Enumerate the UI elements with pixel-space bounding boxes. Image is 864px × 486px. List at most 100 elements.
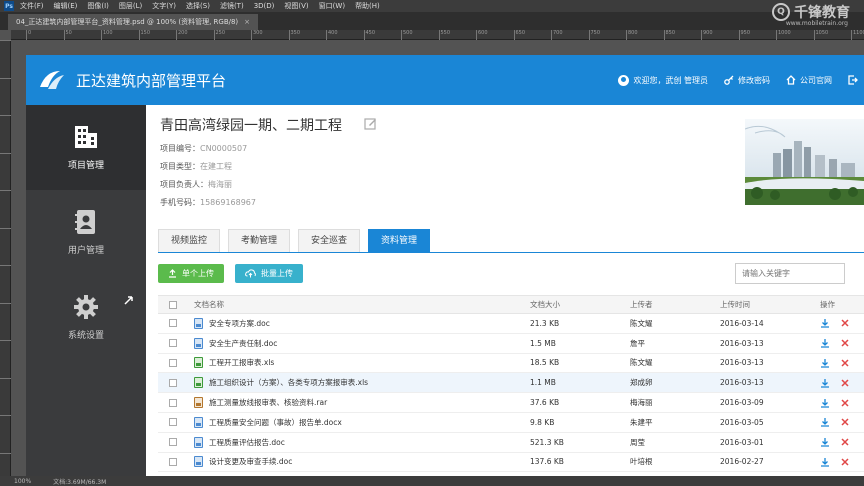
row-checkbox[interactable] [169, 418, 177, 427]
delete-icon[interactable] [840, 417, 850, 427]
file-name-cell[interactable]: 安全专项方案.doc [194, 314, 270, 333]
file-name-cell[interactable]: 工程质量安全问题（事故）报告单.docx [194, 413, 342, 432]
watermark: Q 千锋教育 [772, 2, 850, 22]
file-name-cell[interactable]: 安全生产责任制.doc [194, 334, 277, 353]
row-checkbox[interactable] [169, 339, 177, 348]
file-size: 37.6 KB [530, 398, 560, 408]
ps-menu-filter[interactable]: 滤镜(T) [220, 1, 244, 11]
project-manager-value: 梅海丽 [208, 180, 232, 189]
upload-time: 2016-03-01 [720, 437, 764, 447]
ps-menu-help[interactable]: 帮助(H) [355, 1, 380, 11]
zoom-level[interactable]: 100% [14, 478, 31, 485]
table-row[interactable]: 工程质量安全问题（事故）报告单.docx 9.8 KB 朱建平 2016-03-05 [158, 413, 864, 433]
header-time[interactable]: 上传时间 [720, 296, 750, 313]
sidebar-item-user-management[interactable]: 用户管理 [26, 190, 146, 275]
file-name: 工程质量安全问题（事故）报告单.docx [209, 417, 342, 427]
file-name: 安全专项方案.doc [209, 318, 270, 328]
table-row[interactable]: 安全生产责任制.doc 1.5 MB 詹平 2016-03-13 [158, 334, 864, 354]
ps-menu-window[interactable]: 窗口(W) [319, 1, 345, 11]
download-icon[interactable] [820, 457, 830, 467]
row-checkbox[interactable] [169, 398, 177, 407]
sidebar: 项目管理 用户管理 系统设置 [26, 105, 146, 476]
ps-menu-image[interactable]: 图像(I) [87, 1, 109, 11]
download-icon[interactable] [820, 417, 830, 428]
batch-upload-button[interactable]: 批量上传 [235, 264, 303, 283]
table-row[interactable]: 工程开工报审表.xls 18.5 KB 陈文耀 2016-03-13 [158, 354, 864, 374]
select-all-checkbox[interactable] [169, 300, 177, 309]
user-welcome[interactable]: 欢迎您，武创 管理员 [618, 74, 708, 86]
download-icon[interactable] [820, 437, 830, 447]
delete-icon[interactable] [840, 358, 850, 368]
watermark-logo-icon: Q [772, 3, 790, 21]
ps-menu-layer[interactable]: 图层(L) [119, 1, 142, 11]
ps-menu-type[interactable]: 文字(Y) [152, 1, 176, 11]
delete-icon[interactable] [840, 457, 850, 467]
header-uploader[interactable]: 上传者 [630, 296, 653, 313]
delete-icon[interactable] [840, 318, 850, 328]
ps-menu-3d[interactable]: 3D(D) [254, 2, 275, 10]
change-password-link[interactable]: 修改密码 [724, 75, 770, 86]
upload-time: 2016-02-27 [720, 457, 764, 467]
watermark-text: 千锋教育 [794, 5, 850, 21]
ruler-tick: 1100 [851, 30, 864, 40]
file-name-cell[interactable]: 施工组织设计（方案）、各类专项方案报审表.xls [194, 373, 368, 392]
download-icon[interactable] [820, 398, 830, 408]
edit-icon[interactable] [364, 117, 377, 130]
table-row[interactable]: 安全专项方案.doc 21.3 KB 陈文耀 2016-03-14 [158, 314, 864, 334]
row-checkbox[interactable] [169, 319, 177, 328]
tab-attendance[interactable]: 考勤管理 [228, 229, 291, 253]
tab-safety-inspection[interactable]: 安全巡查 [298, 229, 361, 253]
ps-menu-file[interactable]: 文件(F) [20, 1, 44, 11]
ruler-tick [0, 377, 11, 379]
row-select-cell [169, 314, 177, 333]
table-row[interactable]: 施工测量放线报审表、核验资料.rar 37.6 KB 梅海丽 2016-03-09 [158, 393, 864, 413]
delete-icon[interactable] [840, 398, 850, 408]
delete-icon[interactable] [840, 437, 850, 447]
sidebar-item-label: 项目管理 [67, 161, 104, 171]
close-icon[interactable]: × [244, 18, 250, 26]
ps-menu-edit[interactable]: 编辑(E) [54, 1, 78, 11]
ps-statusbar: 100% 文档:3.69M/66.3M [0, 476, 864, 486]
download-icon[interactable] [820, 358, 830, 368]
delete-icon[interactable] [840, 338, 850, 348]
header-name[interactable]: 文档名称 [194, 296, 224, 313]
download-icon[interactable] [820, 338, 830, 348]
row-checkbox[interactable] [169, 378, 177, 387]
sidebar-item-label: 系统设置 [67, 331, 104, 341]
official-site-link[interactable]: 公司官网 [786, 75, 832, 86]
single-upload-button[interactable]: 单个上传 [158, 264, 224, 283]
table-body: 安全专项方案.doc 21.3 KB 陈文耀 2016-03-14 安全生产责任制.do… [158, 314, 864, 473]
table-row[interactable]: 施工组织设计（方案）、各类专项方案报审表.xls 1.1 MB 郑成卵 2016-03… [158, 373, 864, 394]
file-name-cell[interactable]: 施工测量放线报审表、核验资料.rar [194, 393, 327, 412]
table-row[interactable]: 设计变更及审查手续.doc 137.6 KB 叶培根 2016-02-27 [158, 453, 864, 473]
tab-bar: 视频监控 考勤管理 安全巡查 资料管理 [158, 229, 431, 253]
file-name-cell[interactable]: 工程开工报审表.xls [194, 354, 274, 373]
delete-icon[interactable] [840, 378, 850, 388]
download-icon[interactable] [820, 378, 830, 388]
project-code-row: 项目编号：CN0000507 [160, 143, 247, 154]
ps-document-tab[interactable]: 04_正达建筑内部管理平台_资料管理.psd @ 100% (资料管理, RGB… [8, 14, 259, 30]
ps-ruler-left [0, 40, 11, 476]
file-size: 521.3 KB [530, 437, 564, 447]
file-name: 安全生产责任制.doc [209, 338, 278, 348]
download-icon[interactable] [820, 318, 830, 329]
upload-time: 2016-03-09 [720, 398, 764, 408]
tab-video-monitoring[interactable]: 视频监控 [158, 229, 221, 253]
xls-file-icon [194, 357, 203, 369]
row-checkbox[interactable] [169, 438, 177, 447]
row-checkbox[interactable] [169, 358, 177, 367]
sidebar-item-project-management[interactable]: 项目管理 [26, 105, 146, 190]
sidebar-item-system-settings[interactable]: 系统设置 [26, 275, 146, 360]
tab-document-management[interactable]: 资料管理 [368, 229, 431, 253]
row-checkbox[interactable] [169, 457, 177, 466]
header-size[interactable]: 文档大小 [530, 296, 560, 313]
logout-button[interactable] [848, 75, 858, 85]
ps-menu-select[interactable]: 选择(S) [186, 1, 210, 11]
search-input[interactable] [735, 263, 845, 284]
file-name-cell[interactable]: 设计变更及审查手续.doc [194, 453, 292, 472]
ps-menu-view[interactable]: 视图(V) [284, 1, 308, 11]
ruler-tick: 750 [588, 30, 600, 40]
table-row[interactable]: 工程质量评估报告.doc 521.3 KB 周莹 2016-03-01 [158, 433, 864, 453]
file-name-cell[interactable]: 工程质量评估报告.doc [194, 433, 285, 452]
upload-icon [169, 269, 176, 278]
